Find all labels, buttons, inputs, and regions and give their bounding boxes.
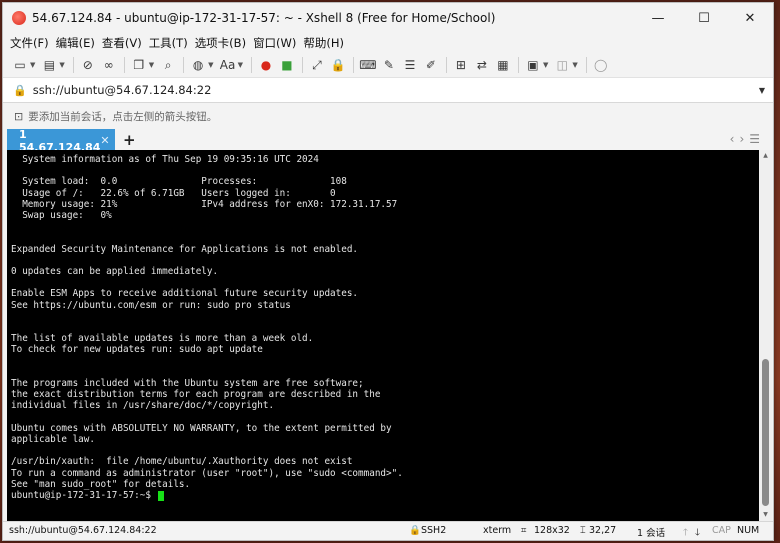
lock-icon[interactable]: 🔒 <box>329 56 347 74</box>
open-folder-icon[interactable]: ▤ <box>40 56 58 74</box>
find-icon[interactable]: ⌕ <box>159 56 177 74</box>
status-sessions: 1 会话 <box>637 528 666 539</box>
lock-icon: 🔒 <box>13 83 27 97</box>
status-num: NUM <box>737 525 760 536</box>
session-hint-bar: ⊡ 要添加当前会话，点击左侧的箭头按钮。 <box>3 103 773 129</box>
new-tab-icon[interactable]: ⊞ <box>452 56 470 74</box>
copy-icon[interactable]: ❐ <box>130 56 148 74</box>
toolbar-divider <box>183 57 185 73</box>
disconnect-icon[interactable]: ⊘ <box>79 56 97 74</box>
font-icon[interactable]: Aa <box>219 56 237 74</box>
menu-bar: 文件(F) 编辑(E) 查看(V) 工具(T) 选项卡(B) 窗口(W) 帮助(… <box>3 33 773 53</box>
status-protocol: SSH2 <box>421 525 447 536</box>
toolbar-divider <box>250 57 252 73</box>
vertical-scrollbar[interactable]: ▲ ▼ <box>759 150 772 521</box>
hint-text: 要添加当前会话，点击左侧的箭头按钮。 <box>28 110 218 123</box>
close-button[interactable]: ✕ <box>727 3 773 33</box>
reconnect-icon[interactable]: ∞ <box>100 56 118 74</box>
menu-tools[interactable]: 工具(T) <box>149 35 188 51</box>
download-arrow-icon: 🡓 <box>695 527 700 538</box>
layout-icon[interactable]: ▣ <box>524 56 542 74</box>
address-bar[interactable]: 🔒 ssh://ubuntu@54.67.124.84:22 ▼ <box>3 78 773 103</box>
status-bar: ssh://ubuntu@54.67.124.84:22 🔒 SSH2 xter… <box>3 521 773 540</box>
status-size: 128x32 <box>534 525 570 536</box>
scrollbar-thumb[interactable] <box>762 359 769 506</box>
status-caps: CAP <box>712 525 731 536</box>
toolbar-divider <box>123 57 125 73</box>
split-icon[interactable]: ◫ <box>553 56 571 74</box>
lock-icon: 🔒 <box>409 525 421 536</box>
status-connection: ssh://ubuntu@54.67.124.84:22 <box>9 525 157 536</box>
scroll-up-arrow-icon[interactable]: ▲ <box>759 150 772 162</box>
menu-help[interactable]: 帮助(H) <box>303 35 344 51</box>
title-bar: 54.67.124.84 - ubuntu@ip-172-31-17-57: ~… <box>3 3 773 33</box>
new-session-icon[interactable]: ▭ <box>11 56 29 74</box>
menu-tabs[interactable]: 选项卡(B) <box>195 35 246 51</box>
transfer-icon[interactable]: ⇄ <box>473 56 491 74</box>
globe-icon[interactable]: ◍ <box>189 56 207 74</box>
xshell-window: 54.67.124.84 - ubuntu@ip-172-31-17-57: ~… <box>2 2 774 541</box>
toolbar-divider <box>301 57 303 73</box>
chat-icon[interactable]: ◯ <box>592 56 610 74</box>
prompt-line: ubuntu@ip-172-31-17-57:~$ <box>7 490 759 501</box>
window-title: 54.67.124.84 - ubuntu@ip-172-31-17-57: ~… <box>32 11 496 25</box>
add-tab-icon[interactable]: + <box>123 131 136 149</box>
minimize-button[interactable]: — <box>635 3 681 33</box>
keyboard-icon[interactable]: ⌨ <box>359 56 377 74</box>
cursor-position-icon: ⌶ <box>580 525 586 536</box>
bookmark-icon[interactable]: ⊡ <box>14 110 23 123</box>
toolbar-divider <box>445 57 447 73</box>
script-icon[interactable]: ☰ <box>401 56 419 74</box>
terminal-output: System information as of Thu Sep 19 09:3… <box>11 154 403 490</box>
font-dropdown-icon[interactable]: ▼ <box>238 61 243 69</box>
new-session-dropdown-icon[interactable]: ▼ <box>30 61 35 69</box>
shell-prompt: ubuntu@ip-172-31-17-57:~$ <box>11 490 157 502</box>
close-tab-icon[interactable]: ✕ <box>100 134 109 147</box>
terminal-area[interactable]: System information as of Thu Sep 19 09:3… <box>7 150 759 521</box>
menu-file[interactable]: 文件(F) <box>10 35 49 51</box>
upload-arrow-icon: 🡑 <box>683 527 688 538</box>
status-cursor-position: 32,27 <box>589 525 617 536</box>
fullscreen-icon[interactable]: ⤢ <box>308 56 326 74</box>
scroll-down-arrow-icon[interactable]: ▼ <box>759 509 772 521</box>
status-term-type: xterm <box>483 525 512 536</box>
toolbar-divider <box>517 57 519 73</box>
terminal-cursor <box>157 490 164 501</box>
xshell-app-icon[interactable]: ● <box>257 56 275 74</box>
menu-edit[interactable]: 编辑(E) <box>56 35 95 51</box>
compose-icon[interactable]: ✎ <box>380 56 398 74</box>
tab-session-1[interactable]: 1 54.67.124.84 ✕ <box>7 128 115 154</box>
tab-navigation[interactable]: ‹›☰ <box>730 132 765 146</box>
toolbar: ▭ ▼ ▤ ▼ ⊘ ∞ ❐ ▼ ⌕ ◍ ▼ Aa ▼ ● ■ ⤢ 🔒 ⌨ ✎ ☰… <box>3 53 773 78</box>
open-dropdown-icon[interactable]: ▼ <box>59 61 64 69</box>
tab-bar: 1 54.67.124.84 ✕ + ‹›☰ <box>3 128 773 154</box>
copy-dropdown-icon[interactable]: ▼ <box>149 61 154 69</box>
chevron-down-icon[interactable]: ▼ <box>751 86 773 95</box>
toolbar-divider <box>585 57 587 73</box>
size-icon: ⌗ <box>521 525 527 536</box>
xftp-icon[interactable]: ■ <box>278 56 296 74</box>
log-icon[interactable]: ▦ <box>494 56 512 74</box>
split-dropdown-icon[interactable]: ▼ <box>572 61 577 69</box>
note-icon[interactable]: ✐ <box>422 56 440 74</box>
menu-view[interactable]: 查看(V) <box>102 35 142 51</box>
globe-dropdown-icon[interactable]: ▼ <box>208 61 213 69</box>
xshell-logo-icon <box>12 11 26 25</box>
menu-window[interactable]: 窗口(W) <box>253 35 296 51</box>
address-input[interactable]: ssh://ubuntu@54.67.124.84:22 <box>33 83 751 97</box>
maximize-button[interactable]: ☐ <box>681 3 727 33</box>
toolbar-divider <box>352 57 354 73</box>
layout-dropdown-icon[interactable]: ▼ <box>543 61 548 69</box>
toolbar-divider <box>72 57 74 73</box>
